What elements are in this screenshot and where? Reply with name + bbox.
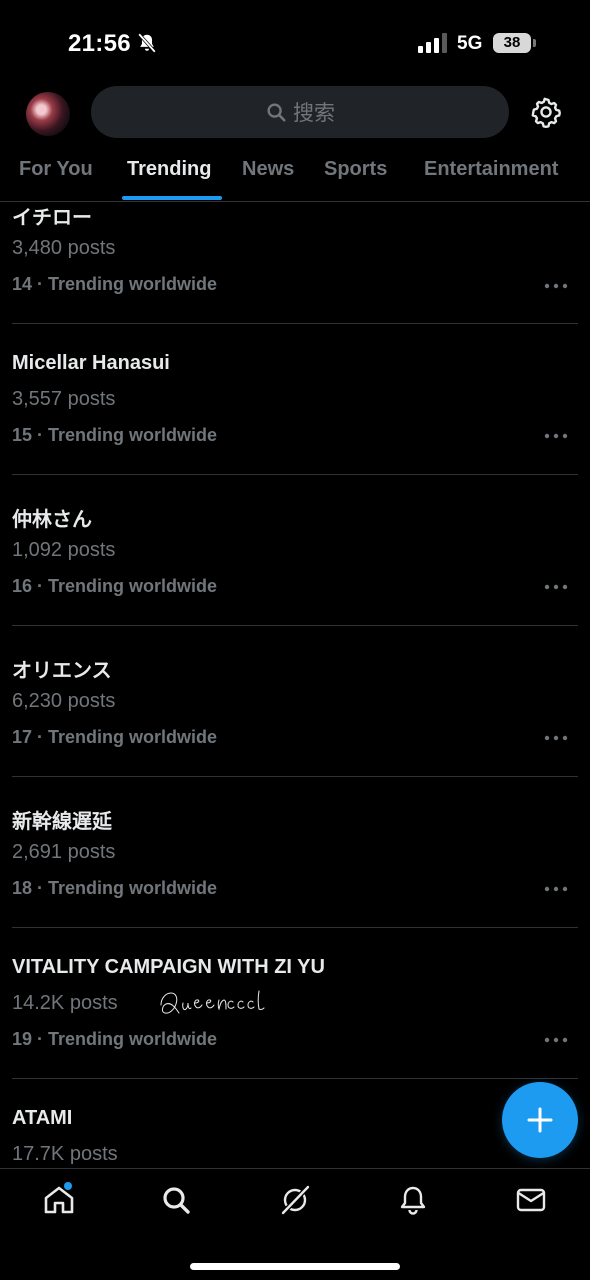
- trend-name: Micellar Hanasui: [12, 352, 170, 374]
- signal-icon: [418, 33, 447, 53]
- bell-off-icon: [137, 33, 157, 53]
- trend-post-count: 14.2K posts: [12, 992, 118, 1014]
- trend-post-count: 6,230 posts: [12, 690, 116, 712]
- tab-news[interactable]: News: [242, 158, 294, 181]
- gear-icon[interactable]: [530, 96, 562, 128]
- trend-item[interactable]: VITALITY CAMPAIGN WITH ZI YU 14.2K posts…: [0, 928, 590, 1079]
- messages-icon[interactable]: [514, 1183, 548, 1217]
- more-icon[interactable]: [543, 1035, 569, 1045]
- bottom-nav: [0, 1168, 590, 1280]
- avatar[interactable]: [26, 92, 70, 136]
- grok-icon[interactable]: [278, 1183, 312, 1217]
- trend-meta: 18 · Trending worldwide: [12, 878, 218, 898]
- trend-item[interactable]: イチロー 3,480 posts 14 · Trending worldwide: [0, 203, 590, 324]
- more-icon[interactable]: [543, 431, 569, 441]
- more-icon[interactable]: [543, 884, 569, 894]
- trend-post-count: 3,480 posts: [12, 237, 116, 259]
- trend-item[interactable]: 仲林さん 1,092 posts 16 · Trending worldwide: [0, 475, 590, 626]
- explore-icon[interactable]: [159, 1183, 193, 1217]
- trend-item[interactable]: オリエンス 6,230 posts 17 · Trending worldwid…: [0, 626, 590, 777]
- trend-name: VITALITY CAMPAIGN WITH ZI YU: [12, 956, 325, 978]
- compose-button[interactable]: [502, 1082, 578, 1158]
- status-time: 21:56: [68, 30, 131, 57]
- search-input[interactable]: 搜索: [91, 86, 509, 138]
- tab-trending[interactable]: Trending: [127, 158, 211, 181]
- plus-icon: [527, 1107, 553, 1133]
- trend-meta: 15 · Trending worldwide: [12, 425, 218, 445]
- status-bar: 21:56 5G 38: [0, 0, 590, 88]
- battery-cap: [533, 39, 536, 47]
- top-header: 搜索: [0, 84, 590, 144]
- trend-name: 新幹線遅延: [12, 811, 112, 833]
- search-placeholder: 搜索: [293, 101, 335, 125]
- battery-icon: 38: [493, 33, 531, 53]
- search-icon: [267, 103, 286, 122]
- trend-name: オリエンス: [12, 660, 112, 682]
- trend-meta: 19 · Trending worldwide: [12, 1029, 218, 1049]
- trend-name: ATAMI: [12, 1107, 73, 1129]
- trend-post-count: 2,691 posts: [12, 841, 116, 863]
- home-indicator: [190, 1263, 400, 1270]
- more-icon[interactable]: [543, 281, 569, 291]
- trend-post-count: 17.7K posts: [12, 1143, 118, 1165]
- more-icon[interactable]: [543, 582, 569, 592]
- trend-post-count: 1,092 posts: [12, 539, 116, 561]
- trend-meta: 16 · Trending worldwide: [12, 576, 218, 596]
- trends-list: イチロー 3,480 posts 14 · Trending worldwide…: [0, 203, 590, 1168]
- search-input-content: 搜索: [91, 86, 509, 138]
- trend-name: 仲林さん: [12, 509, 92, 531]
- tab-bar: For You Trending News Sports Entertainme…: [0, 150, 590, 202]
- tab-sports[interactable]: Sports: [324, 158, 387, 181]
- tab-entertainment[interactable]: Entertainment: [424, 158, 558, 181]
- trend-item[interactable]: 新幹線遅延 2,691 posts 18 · Trending worldwid…: [0, 777, 590, 928]
- trend-item[interactable]: Micellar Hanasui 3,557 posts 15 · Trendi…: [0, 324, 590, 475]
- network-label: 5G: [457, 33, 483, 54]
- tab-for-you[interactable]: For You: [19, 158, 93, 181]
- more-icon[interactable]: [543, 733, 569, 743]
- trend-meta: 17 · Trending worldwide: [12, 727, 218, 747]
- trend-name: イチロー: [12, 207, 92, 229]
- notifications-icon[interactable]: [396, 1183, 430, 1217]
- active-tab-indicator: [122, 196, 222, 200]
- trend-post-count: 3,557 posts: [12, 388, 116, 410]
- trend-meta: 14 · Trending worldwide: [12, 274, 218, 294]
- home-notification-dot: [64, 1182, 72, 1190]
- signature-watermark: [160, 990, 265, 1014]
